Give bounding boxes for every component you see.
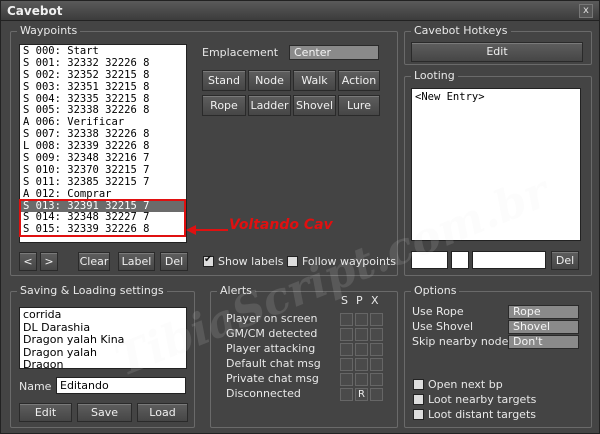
settings-load-button[interactable]: Load — [137, 403, 188, 422]
alert-toggle-s[interactable] — [340, 313, 353, 326]
stand-button[interactable]: Stand — [202, 70, 246, 91]
options-group-label: Options — [411, 284, 460, 297]
settings-save-button[interactable]: Save — [77, 403, 132, 422]
open-next-bp-checkbox[interactable] — [413, 379, 424, 390]
action-button[interactable]: Action — [338, 70, 380, 91]
hotkeys-edit-button[interactable]: Edit — [411, 42, 583, 62]
annotation-text: Voltando Cav — [229, 217, 333, 233]
waypoint-item[interactable]: S 011: 32385 32215 7 — [20, 176, 186, 189]
walk-button[interactable]: Walk — [293, 70, 336, 91]
skip-nearby-label: Skip nearby nodes — [412, 335, 515, 348]
alert-toggle-s[interactable] — [340, 343, 353, 356]
alert-toggle-p[interactable] — [355, 358, 368, 371]
highlight-box — [19, 199, 186, 237]
prev-button[interactable]: < — [19, 252, 37, 271]
name-input[interactable]: Editando — [56, 377, 186, 394]
name-label: Name — [19, 380, 52, 393]
alert-toggle-p[interactable] — [355, 343, 368, 356]
show-labels-label: Show labels — [218, 255, 284, 268]
alerts-header-p: P — [356, 294, 363, 307]
clear-button[interactable]: Clear — [78, 252, 110, 271]
open-next-bp-label: Open next bp — [428, 378, 503, 391]
looting-entry[interactable]: <New Entry> — [415, 91, 485, 103]
alerts-header-x: X — [371, 294, 379, 307]
alert-toggle-x[interactable] — [370, 373, 383, 386]
ladder-button[interactable]: Ladder — [248, 95, 291, 116]
delete-waypoint-button[interactable]: Del — [160, 252, 188, 271]
loot-container-input[interactable] — [472, 251, 546, 269]
emplacement-dropdown[interactable]: Center — [289, 45, 379, 60]
alert-toggle-s[interactable] — [340, 388, 353, 401]
alert-toggle-s[interactable] — [340, 328, 353, 341]
alert-toggle-x[interactable] — [370, 328, 383, 341]
looting-delete-button[interactable]: Del — [551, 251, 579, 270]
alert-toggle-p[interactable] — [355, 373, 368, 386]
use-rope-label: Use Rope — [412, 305, 464, 318]
loot-item-input[interactable] — [411, 251, 448, 269]
title-bar[interactable]: Cavebot x — [1, 1, 599, 21]
alert-label: Player attacking — [226, 342, 316, 355]
label-button[interactable]: Label — [118, 252, 155, 271]
show-labels-checkbox[interactable] — [203, 254, 214, 267]
node-button[interactable]: Node — [248, 70, 291, 91]
arrow-icon — [186, 225, 228, 235]
follow-waypoints-checkbox[interactable] — [287, 256, 298, 267]
cavebot-window: Cavebot x Waypoints S 000: Start S 001: 3… — [0, 0, 600, 434]
loot-distant-label: Loot distant targets — [428, 408, 536, 421]
settings-list[interactable]: corrida DL Darashia Dragon yalah Kina Dr… — [19, 307, 187, 369]
waypoint-item[interactable]: S 002: 32352 32215 8 — [20, 69, 186, 82]
shovel-button[interactable]: Shovel — [293, 95, 336, 116]
alert-toggle-p[interactable]: R — [355, 388, 368, 401]
alert-label: Private chat msg — [226, 372, 319, 385]
alerts-group-label: Alerts — [217, 284, 255, 297]
skip-nearby-dropdown[interactable]: Don't — [508, 335, 579, 349]
alert-toggle-p[interactable] — [355, 328, 368, 341]
alert-label: Disconnected — [226, 387, 301, 400]
alert-label: Default chat msg — [226, 357, 321, 370]
hotkeys-group-label: Cavebot Hotkeys — [411, 24, 511, 37]
loot-nearby-label: Loot nearby targets — [428, 393, 537, 406]
alert-toggle-x[interactable] — [370, 313, 383, 326]
waypoints-group-label: Waypoints — [17, 24, 81, 37]
alert-toggle-s[interactable] — [340, 358, 353, 371]
alert-toggle-s[interactable] — [340, 373, 353, 386]
saving-group-label: Saving & Loading settings — [17, 284, 167, 297]
use-shovel-label: Use Shovel — [412, 320, 474, 333]
waypoint-item[interactable]: S 001: 32332 32226 8 — [20, 57, 186, 70]
alert-toggle-x[interactable] — [370, 388, 383, 401]
loot-nearby-checkbox[interactable] — [413, 394, 424, 405]
loot-flag-input[interactable] — [451, 251, 469, 269]
alert-toggle-p[interactable] — [355, 313, 368, 326]
waypoint-item[interactable]: S 010: 32370 32215 7 — [20, 164, 186, 177]
alert-toggle-x[interactable] — [370, 343, 383, 356]
lure-button[interactable]: Lure — [338, 95, 380, 116]
alerts-header-s: S — [341, 294, 348, 307]
use-shovel-dropdown[interactable]: Shovel — [508, 320, 579, 334]
follow-waypoints-label: Follow waypoints — [302, 255, 397, 268]
use-rope-dropdown[interactable]: Rope — [508, 305, 579, 319]
looting-list[interactable]: <New Entry> — [411, 88, 581, 241]
next-button[interactable]: > — [40, 252, 58, 271]
rope-button[interactable]: Rope — [202, 95, 246, 116]
close-icon[interactable]: x — [579, 4, 593, 18]
window-title: Cavebot — [7, 4, 63, 18]
waypoint-item[interactable]: S 003: 32351 32215 8 — [20, 81, 186, 94]
looting-group-label: Looting — [411, 69, 458, 82]
settings-item[interactable]: corrida — [23, 308, 183, 322]
alert-label: Player on screen — [226, 312, 318, 325]
loot-distant-checkbox[interactable] — [413, 409, 424, 420]
settings-item[interactable]: Dragon yalah Kina — [23, 333, 183, 347]
alert-label: GM/CM detected — [226, 327, 318, 340]
settings-edit-button[interactable]: Edit — [19, 403, 72, 422]
settings-item[interactable]: Dragon — [23, 358, 183, 368]
emplacement-label: Emplacement — [202, 46, 279, 59]
alert-toggle-x[interactable] — [370, 358, 383, 371]
